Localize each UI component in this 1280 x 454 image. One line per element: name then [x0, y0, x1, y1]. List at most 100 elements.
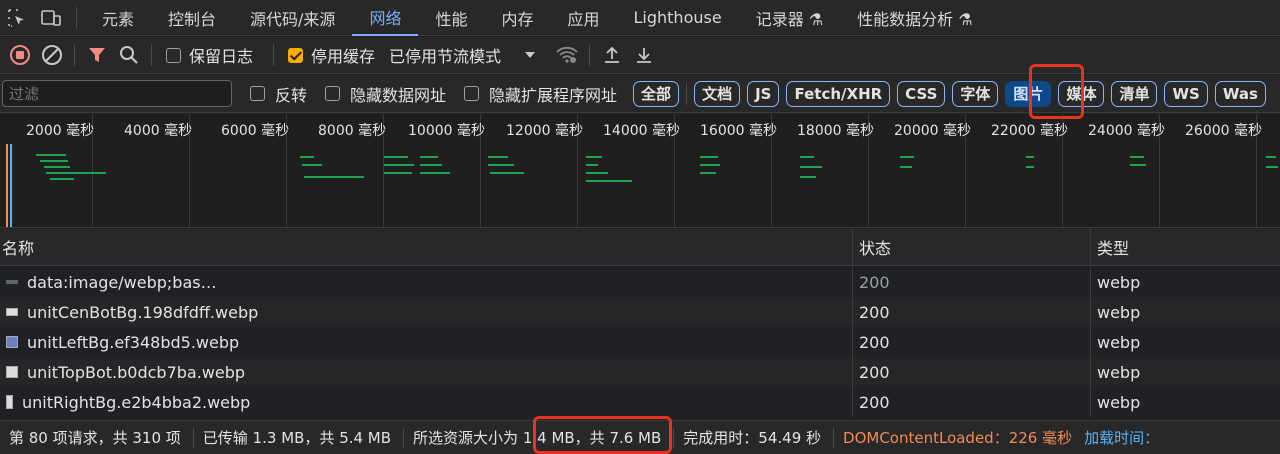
table-row[interactable]: unitCenBotBg.198dfdff.webp 200 webp: [0, 297, 1280, 327]
table-row[interactable]: unitRightBg.e2b4bba2.webp 200 webp: [0, 387, 1280, 417]
overview-request-bar: [700, 172, 716, 174]
filter-type-js[interactable]: JS: [747, 80, 780, 107]
column-name-header[interactable]: 名称: [0, 228, 853, 266]
tab-network[interactable]: 网络: [352, 0, 419, 36]
image-file-icon: [6, 395, 13, 409]
request-status: 200: [853, 327, 1091, 357]
table-row[interactable]: unitTopBot.b0dcb7ba.webp 200 webp: [0, 357, 1280, 387]
toolbar-separator: [151, 44, 152, 66]
overview-request-bar: [900, 166, 912, 168]
clear-icon[interactable]: [36, 40, 68, 70]
tab-lighthouse[interactable]: Lighthouse: [617, 0, 739, 36]
overview-request-bar: [46, 172, 106, 174]
request-table-header: 名称 状态 类型: [0, 228, 1280, 266]
network-toolbar: 保留日志 停用缓存 已停用节流模式: [0, 37, 1280, 74]
invert-checkbox[interactable]: [250, 86, 265, 101]
column-status-header[interactable]: 状态: [853, 228, 1091, 266]
chevron-down-icon[interactable]: [523, 51, 537, 59]
invert-label: 反转: [275, 85, 308, 105]
record-stop-icon[interactable]: [4, 40, 36, 70]
overview-request-bar: [1026, 166, 1034, 168]
filter-type-img[interactable]: 图片: [1005, 80, 1052, 107]
request-type: webp: [1097, 362, 1141, 382]
overview-request-bar: [1266, 156, 1276, 158]
overview-request-bar: [36, 154, 66, 156]
dom-content-loaded-time: DOMContentLoaded：226 毫秒: [843, 429, 1073, 447]
preserve-log-checkbox[interactable]: [166, 47, 181, 63]
overview-tick-label: 12000 毫秒: [506, 123, 583, 139]
tab-performance-insights[interactable]: 性能数据分析 ⚗: [840, 0, 989, 36]
request-name: unitRightBg.e2b4bba2.webp: [22, 392, 251, 412]
filter-type-css[interactable]: CSS: [897, 80, 946, 107]
dcl-marker: [6, 144, 8, 227]
overview-request-bar: [700, 156, 718, 158]
overview-request-bar: [586, 156, 602, 158]
overview-tick-label: 6000 毫秒: [221, 123, 290, 139]
overview-tick-label: 16000 毫秒: [700, 123, 777, 139]
overview-tick-label: 18000 毫秒: [797, 123, 874, 139]
tab-recorder[interactable]: 记录器 ⚗: [739, 0, 840, 36]
tab-application[interactable]: 应用: [550, 0, 616, 36]
filter-input[interactable]: [2, 80, 232, 107]
overview-request-bar: [490, 172, 524, 174]
filter-type-media[interactable]: 媒体: [1058, 80, 1105, 107]
overview-tick-label: 2000 毫秒: [26, 123, 95, 139]
overview-tick-label: 24000 毫秒: [1088, 123, 1165, 139]
hide-data-urls-checkbox[interactable]: [325, 86, 341, 101]
toolbar-separator: [74, 44, 75, 66]
request-status: 200: [853, 267, 1091, 297]
tab-memory[interactable]: 内存: [484, 0, 550, 36]
overview-request-bar: [44, 166, 70, 168]
overview-request-bar: [700, 164, 720, 166]
tab-console[interactable]: 控制台: [151, 0, 233, 36]
request-type: webp: [1097, 272, 1141, 292]
export-har-icon[interactable]: [628, 40, 660, 70]
transferred-size: 已传输 1.3 MB，共 5.4 MB: [202, 429, 392, 447]
hide-data-urls-label: 隐藏数据网址: [350, 85, 447, 105]
table-row[interactable]: data:image/webp;bas… 200 webp: [0, 267, 1280, 297]
device-toolbar-icon[interactable]: [34, 0, 68, 36]
overview-request-bar: [586, 164, 598, 166]
network-status-bar: 第 80 项请求，共 310 项 已传输 1.3 MB，共 5.4 MB 所选资…: [0, 420, 1280, 454]
disable-cache-label: 停用缓存: [311, 47, 376, 66]
hide-extension-urls-checkbox[interactable]: [464, 86, 480, 101]
inspect-element-icon[interactable]: [0, 0, 34, 36]
tab-elements[interactable]: 元素: [85, 0, 151, 36]
filter-type-manifest[interactable]: 清单: [1111, 80, 1158, 107]
filter-type-fetch-xhr[interactable]: Fetch/XHR: [786, 80, 891, 107]
resources-size: 所选资源大小为 1.4 MB，共 7.6 MB: [413, 429, 662, 447]
import-har-icon[interactable]: [596, 40, 628, 70]
tab-performance[interactable]: 性能: [418, 0, 484, 36]
request-table-body: data:image/webp;bas… 200 webp unitCenBot…: [0, 267, 1280, 417]
overview-tick-label: 20000 毫秒: [894, 123, 971, 139]
overview-request-bar: [1130, 156, 1144, 158]
search-icon[interactable]: [113, 40, 145, 70]
network-overview[interactable]: 2000 毫秒 4000 毫秒 6000 毫秒 8000 毫秒 10000 毫秒…: [0, 114, 1280, 228]
request-type: webp: [1097, 302, 1141, 322]
overview-request-bar: [900, 156, 914, 158]
filter-type-doc[interactable]: 文档: [694, 80, 741, 107]
throttling-select[interactable]: 已停用节流模式: [389, 43, 501, 67]
overview-request-bar: [420, 172, 450, 174]
request-name: unitLeftBg.ef348bd5.webp: [27, 332, 240, 352]
column-type-header[interactable]: 类型: [1091, 229, 1280, 266]
overview-request-bar: [586, 172, 608, 174]
network-conditions-icon[interactable]: [551, 40, 583, 70]
table-row[interactable]: unitLeftBg.ef348bd5.webp 200 webp: [0, 327, 1280, 357]
filter-type-font[interactable]: 字体: [952, 80, 999, 107]
tab-sources[interactable]: 源代码/来源: [233, 0, 352, 36]
hide-extension-urls-label: 隐藏扩展程序网址: [489, 85, 618, 105]
finish-time: 完成用时：54.49 秒: [683, 429, 822, 447]
image-file-icon: [6, 280, 18, 284]
overview-request-bar: [1130, 164, 1146, 166]
filter-type-all[interactable]: 全部: [633, 80, 680, 107]
request-type: webp: [1097, 392, 1141, 412]
overview-request-bar: [488, 156, 508, 158]
request-type: webp: [1097, 332, 1141, 352]
overview-request-bar: [1266, 166, 1278, 168]
tabbar-separator: [76, 6, 77, 29]
filter-type-ws[interactable]: WS: [1164, 80, 1208, 107]
filter-icon[interactable]: [81, 40, 113, 70]
disable-cache-checkbox[interactable]: [288, 47, 304, 63]
filter-type-wasm[interactable]: Was: [1214, 80, 1266, 107]
